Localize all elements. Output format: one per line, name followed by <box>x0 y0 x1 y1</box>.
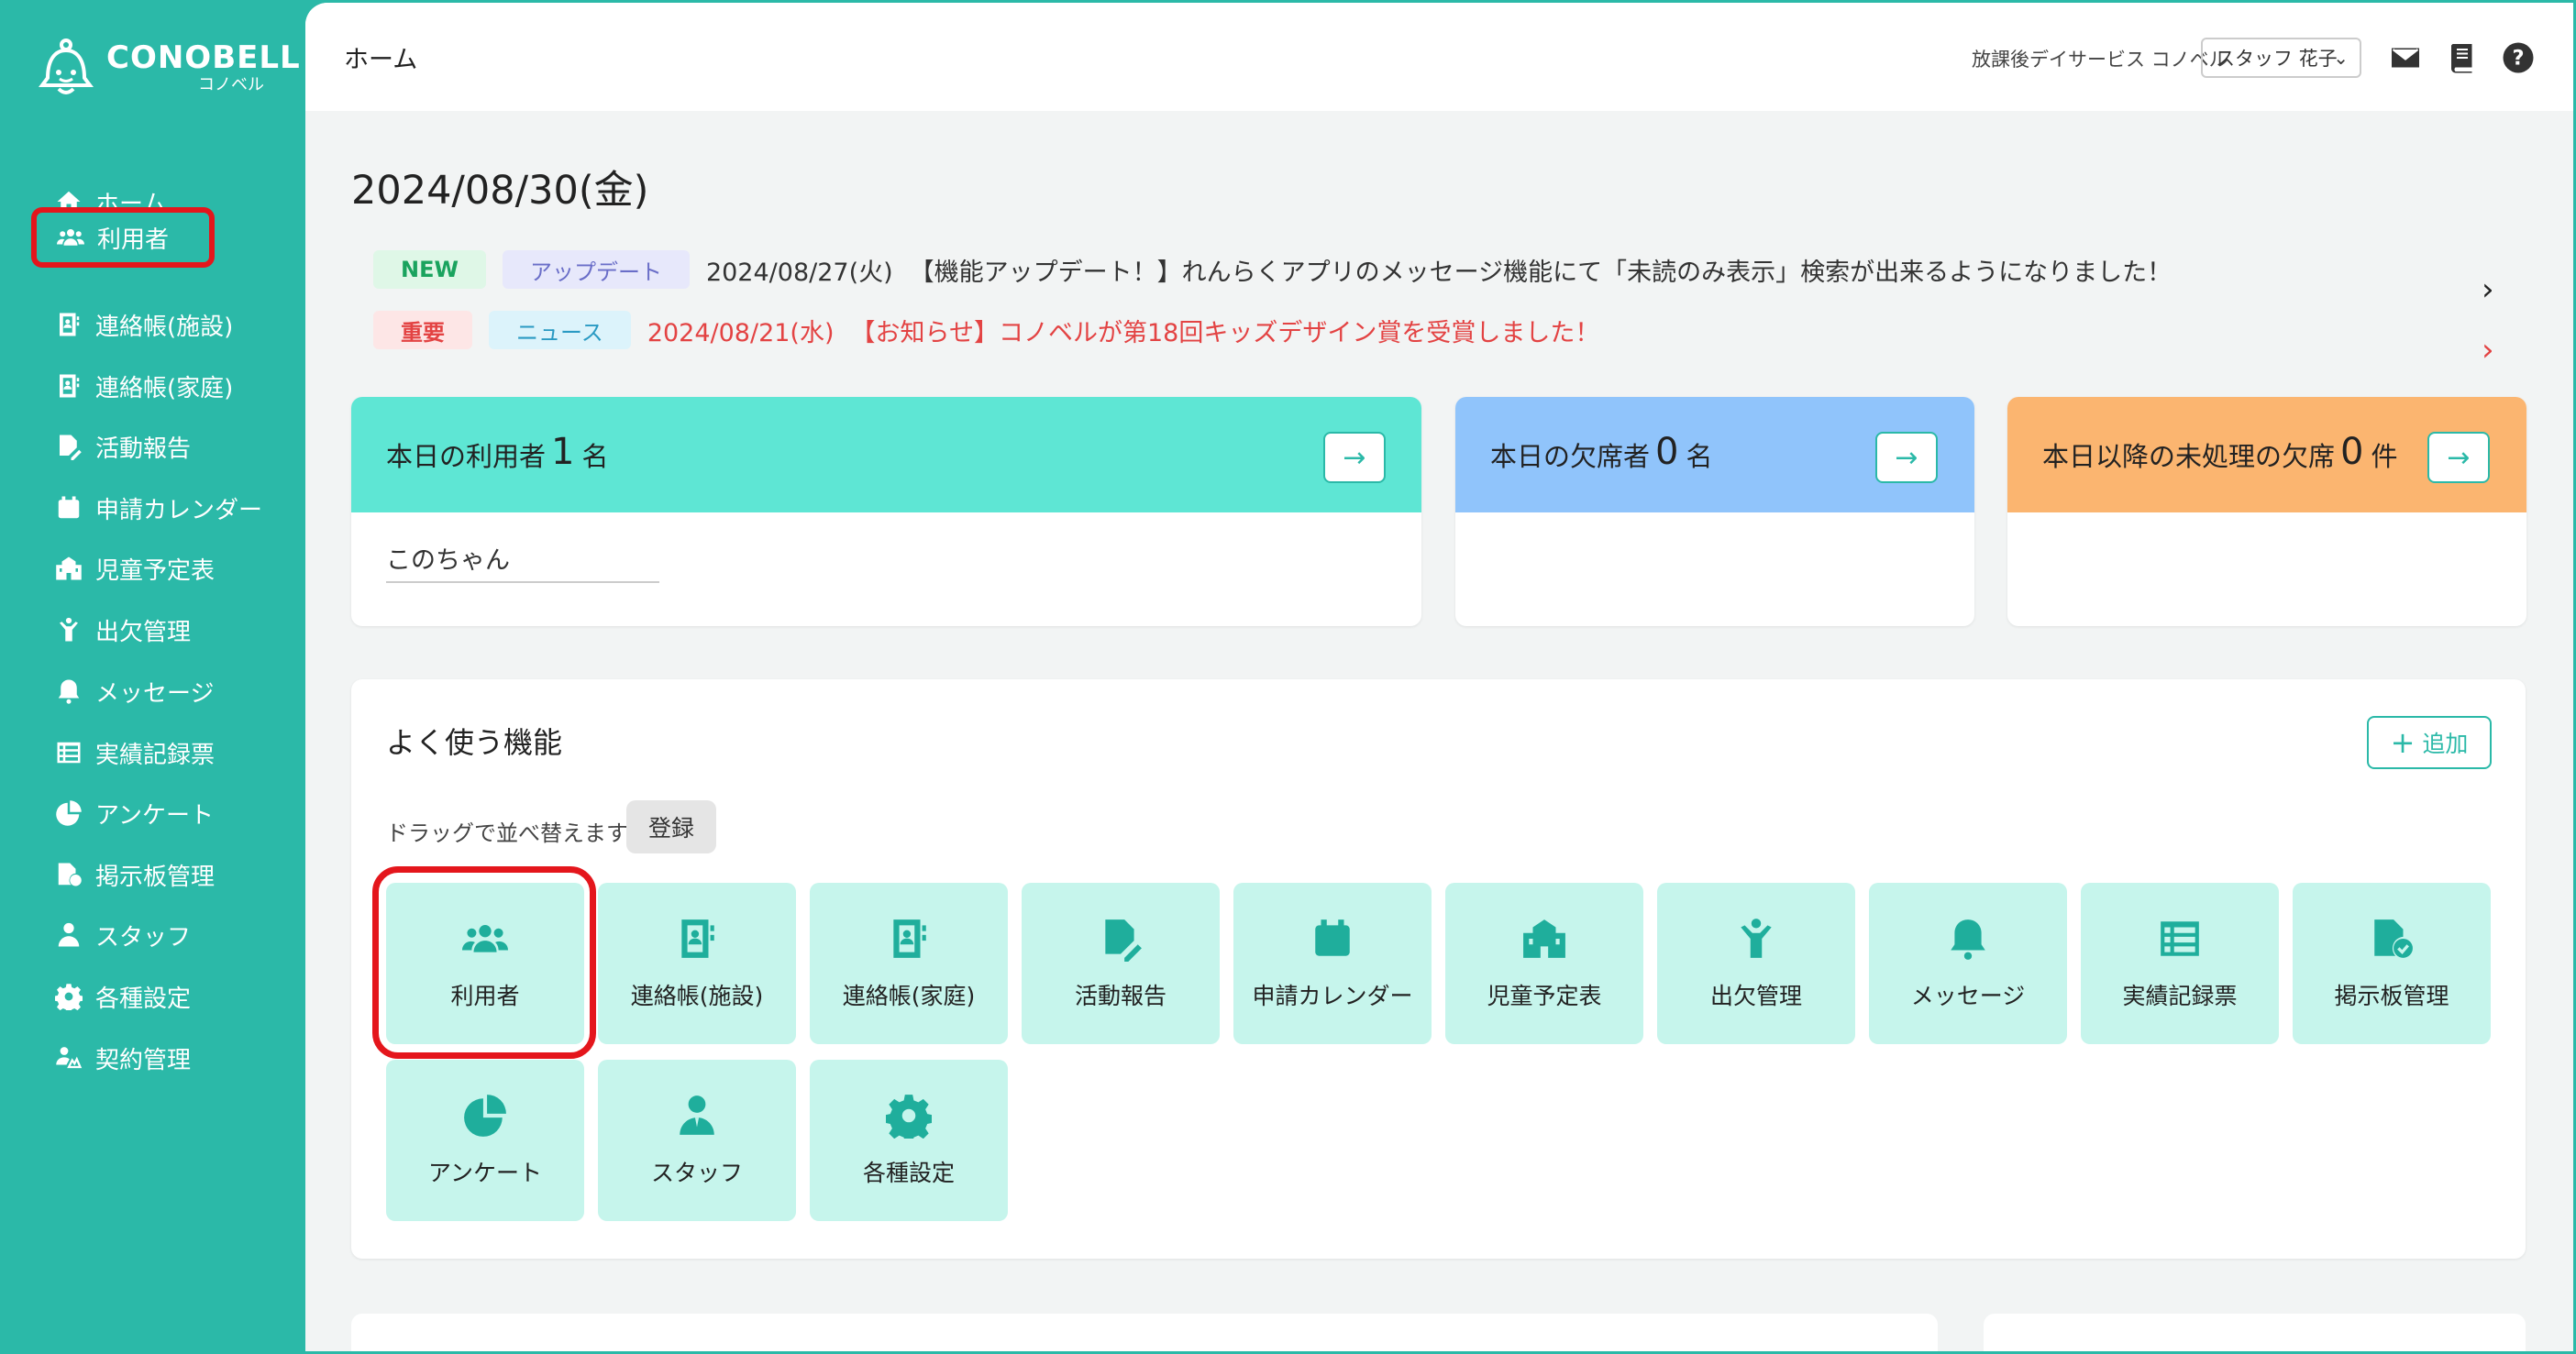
window-frame <box>0 0 2576 1354</box>
